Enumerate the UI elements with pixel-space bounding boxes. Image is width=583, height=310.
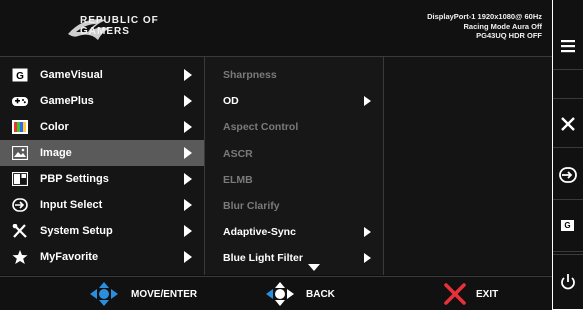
menu-icon	[561, 40, 575, 53]
osd-panel: REPUBLIC OF GAMERS DisplayPort-1 1920x10…	[0, 0, 552, 310]
chevron-right-icon	[184, 121, 192, 133]
status-line-1: DisplayPort-1 1920x1080@ 60Hz	[427, 12, 542, 21]
move-enter-label: MOVE/ENTER	[131, 289, 198, 300]
brand-line-2: GAMERS	[80, 26, 130, 37]
input-select-button[interactable]	[553, 150, 583, 200]
submenu-item-label: ASCR	[223, 148, 253, 160]
submenu-item-blur-clarify: Blur Clarify	[205, 193, 383, 219]
brand-text: REPUBLIC OF GAMERS	[80, 15, 159, 37]
chevron-right-icon	[184, 199, 192, 211]
menu-item-label: GamePlus	[40, 95, 94, 107]
tools-icon	[12, 224, 27, 238]
menu-item-image[interactable]: Image	[0, 140, 204, 166]
back-label: BACK	[306, 289, 335, 300]
submenu-item-label: Blue Light Filter	[223, 252, 303, 264]
header: REPUBLIC OF GAMERS DisplayPort-1 1920x10…	[0, 0, 552, 57]
submenu-item-label: OD	[223, 95, 239, 107]
gamevisual-icon: G	[12, 68, 28, 82]
menu-item-label: Color	[40, 121, 69, 133]
star-icon	[12, 250, 28, 264]
submenu-item-od[interactable]: OD	[205, 88, 383, 114]
menu-item-system-setup[interactable]: System Setup	[0, 218, 204, 244]
menu-item-gameplus[interactable]: GamePlus	[0, 88, 204, 114]
menu-item-label: MyFavorite	[40, 251, 99, 263]
value-panel	[384, 57, 552, 275]
input-select-icon	[559, 167, 577, 183]
menu-item-label: Image	[40, 147, 72, 159]
submenu-item-label: Sharpness	[223, 69, 277, 81]
submenu-item-label: ELMB	[223, 174, 253, 186]
submenu-item-label: Blur Clarify	[223, 200, 280, 212]
menu-item-label: PBP Settings	[40, 173, 109, 185]
input-icon	[12, 198, 28, 212]
menu-item-pbp-settings[interactable]: PBP Settings	[0, 166, 204, 192]
close-button[interactable]	[553, 98, 583, 148]
gamepad-icon	[12, 97, 28, 106]
menu-item-color[interactable]: Color	[0, 114, 204, 140]
menu-button[interactable]	[553, 20, 583, 70]
joystick-move-icon	[90, 282, 118, 306]
chevron-right-icon	[184, 69, 192, 81]
joystick-back-icon	[266, 282, 294, 306]
status-line-3: PG43UQ HDR OFF	[476, 31, 542, 40]
menu-item-myfavorite[interactable]: MyFavorite	[0, 244, 204, 270]
color-icon	[12, 120, 28, 134]
pbp-icon	[12, 172, 28, 186]
side-button-bar: G	[553, 0, 583, 309]
chevron-right-icon	[184, 95, 192, 107]
submenu-item-aspect-control: Aspect Control	[205, 114, 383, 140]
submenu-item-adaptive-sync[interactable]: Adaptive-Sync	[205, 219, 383, 245]
chevron-right-icon	[184, 173, 192, 185]
power-icon	[561, 274, 575, 290]
exit-label: EXIT	[476, 289, 499, 300]
menu-item-gamevisual[interactable]: G GameVisual	[0, 62, 204, 88]
submenu-item-blue-light-filter[interactable]: Blue Light Filter	[205, 245, 383, 271]
footer-bar: MOVE/ENTER BACK EXIT	[0, 276, 552, 310]
menu-item-label: Input Select	[40, 199, 103, 211]
power-button[interactable]	[553, 254, 583, 309]
chevron-right-icon	[364, 96, 371, 106]
chevron-right-icon	[364, 227, 371, 237]
close-icon	[561, 117, 575, 131]
gamevisual-button[interactable]: G	[553, 202, 583, 252]
brand-line-1: REPUBLIC OF	[80, 15, 159, 26]
chevron-right-icon	[184, 251, 192, 263]
submenu: Sharpness OD Aspect Control ASCR ELMB Bl…	[205, 57, 384, 275]
menu-item-label: GameVisual	[40, 69, 103, 81]
submenu-item-sharpness: Sharpness	[205, 62, 383, 88]
status-info: DisplayPort-1 1920x1080@ 60Hz Racing Mod…	[427, 12, 542, 41]
submenu-item-elmb: ELMB	[205, 167, 383, 193]
submenu-item-label: Aspect Control	[223, 121, 299, 133]
menu-item-label: System Setup	[40, 225, 113, 237]
scroll-down-icon[interactable]	[308, 264, 320, 271]
submenu-item-label: Adaptive-Sync	[223, 226, 296, 238]
chevron-right-icon	[184, 147, 192, 159]
exit-x-icon	[444, 283, 466, 305]
status-line-2: Racing Mode Aura Off	[463, 21, 542, 31]
submenu-item-ascr: ASCR	[205, 141, 383, 167]
gamevisual-icon: G	[561, 220, 574, 231]
image-icon	[12, 146, 28, 160]
main-menu: G GameVisual GamePlus Color Image PBP Se…	[0, 57, 205, 275]
chevron-right-icon	[184, 225, 192, 237]
menu-item-input-select[interactable]: Input Select	[0, 192, 204, 218]
gamevisual-icon-glyph: G	[16, 71, 24, 82]
chevron-right-icon	[364, 253, 371, 263]
